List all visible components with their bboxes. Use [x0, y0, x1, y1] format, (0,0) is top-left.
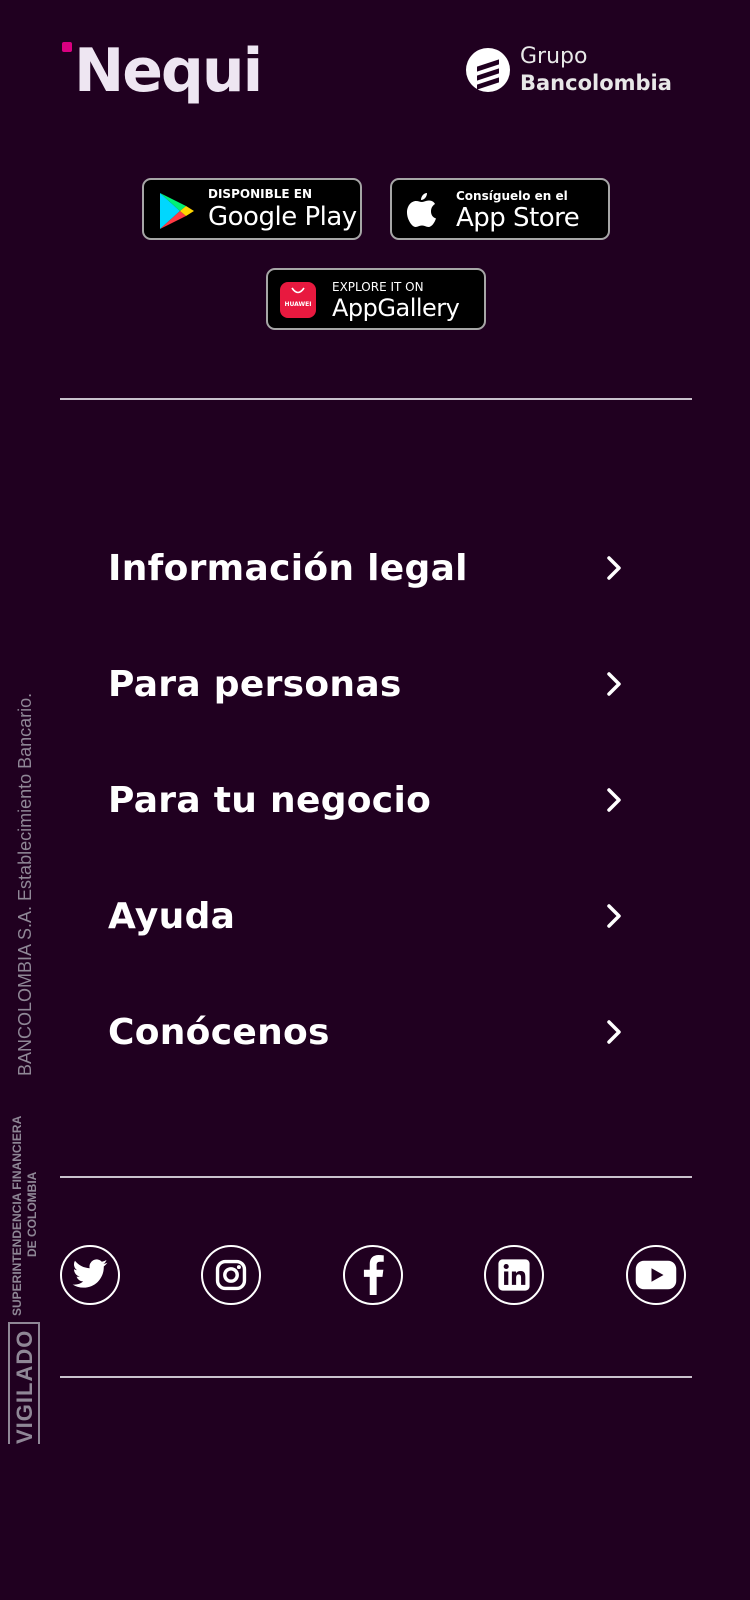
bancolombia-text: Bancolombia — [520, 71, 672, 95]
vigilado-frame-top — [8, 1322, 40, 1324]
chevron-right-icon — [600, 902, 628, 930]
app-store-big: App Store — [456, 203, 580, 233]
vigilado-seal: VIGILADO — [12, 1329, 37, 1444]
google-play-icon — [160, 193, 194, 229]
chevron-right-icon — [600, 1018, 628, 1046]
nequi-logo-dot — [62, 42, 72, 52]
vigilado-frame-right — [38, 1322, 40, 1444]
app-store-small: Consíguelo en el — [456, 189, 568, 203]
menu-item-conocenos[interactable]: Conócenos — [108, 974, 628, 1090]
footer-menu: Información legal Para personas Para tu … — [108, 510, 628, 1090]
divider-top — [60, 398, 692, 400]
huawei-appgallery-icon: HUAWEI — [280, 282, 316, 318]
grupo-text: Grupo — [520, 44, 588, 69]
menu-item-para-personas[interactable]: Para personas — [108, 626, 628, 742]
app-gallery-button[interactable]: HUAWEI EXPLORE IT ON AppGallery — [266, 268, 486, 330]
divider-bottom — [60, 1376, 692, 1378]
menu-item-para-tu-negocio[interactable]: Para tu negocio — [108, 742, 628, 858]
twitter-icon[interactable] — [60, 1245, 120, 1305]
youtube-icon[interactable] — [626, 1245, 686, 1305]
superintendencia-text-line2: DE COLOMBIA — [25, 1171, 39, 1257]
bancolombia-icon — [466, 48, 510, 92]
menu-item-label: Ayuda — [108, 895, 236, 937]
google-play-small: DISPONIBLE EN — [208, 187, 312, 201]
app-gallery-small: EXPLORE IT ON — [332, 280, 424, 294]
instagram-icon[interactable] — [201, 1245, 261, 1305]
footer-header: Nequi Grupo Bancolombia — [0, 0, 750, 140]
menu-item-label: Conócenos — [108, 1011, 330, 1053]
chevron-right-icon — [600, 554, 628, 582]
google-play-big: Google Play — [208, 202, 357, 232]
bancolombia-legal-text: BANCOLOMBIA S.A. Establecimiento Bancari… — [15, 692, 35, 1076]
google-play-button[interactable]: DISPONIBLE EN Google Play — [142, 178, 362, 240]
chevron-right-icon — [600, 670, 628, 698]
social-links — [60, 1245, 692, 1309]
menu-item-ayuda[interactable]: Ayuda — [108, 858, 628, 974]
huawei-badge-text: HUAWEI — [284, 301, 312, 308]
app-store-button[interactable]: Consíguelo en el App Store — [390, 178, 610, 240]
nequi-logo-text: Nequi — [74, 36, 263, 106]
menu-item-label: Para personas — [108, 663, 402, 705]
apple-icon — [407, 193, 436, 227]
app-gallery-big: AppGallery — [332, 294, 460, 322]
divider-middle — [60, 1176, 692, 1178]
superintendencia-text: SUPERINTENDENCIA FINANCIERA — [10, 1115, 24, 1316]
facebook-icon[interactable] — [343, 1245, 403, 1305]
menu-item-label: Para tu negocio — [108, 779, 432, 821]
vigilado-frame-left — [8, 1322, 10, 1444]
chevron-right-icon — [600, 786, 628, 814]
menu-item-informacion-legal[interactable]: Información legal — [108, 510, 628, 626]
menu-item-label: Información legal — [108, 547, 468, 589]
linkedin-icon[interactable] — [484, 1245, 544, 1305]
